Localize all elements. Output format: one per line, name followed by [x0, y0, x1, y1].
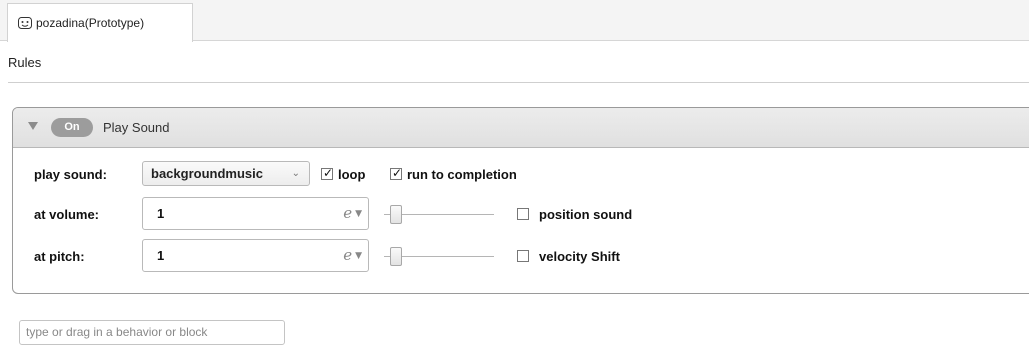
- volume-slider-thumb[interactable]: [390, 205, 402, 224]
- loop-checkbox[interactable]: ✓: [321, 166, 334, 180]
- behavior-title: Play Sound: [103, 120, 170, 135]
- tab-title: pozadina(Prototype): [36, 16, 145, 30]
- add-behavior-input[interactable]: type or drag in a behavior or block: [19, 320, 285, 345]
- pitch-slider-thumb[interactable]: [390, 247, 402, 266]
- behavior-header: On Play Sound: [13, 108, 1029, 148]
- divider: [8, 82, 1029, 83]
- checkmark-icon: ✓: [323, 166, 334, 180]
- run-to-completion-checkbox[interactable]: ✓: [390, 166, 403, 180]
- tab-prototype[interactable]: pozadina(Prototype): [7, 3, 193, 42]
- expression-e-glyph: e: [343, 246, 353, 264]
- triangle-down-icon[interactable]: [28, 122, 38, 130]
- position-sound-label: position sound: [539, 207, 633, 222]
- chevron-down-icon: ⌄: [291, 168, 300, 179]
- rules-heading: Rules: [8, 55, 42, 70]
- sound-value: backgroundmusic: [151, 166, 263, 181]
- chevron-down-icon: ▼: [355, 251, 362, 261]
- expression-menu-button[interactable]: e ▼: [343, 204, 362, 222]
- tab-bar: pozadina(Prototype): [0, 0, 1029, 42]
- volume-field[interactable]: 1 e ▼: [142, 197, 369, 230]
- velocity-shift-label: velocity Shift: [539, 249, 620, 264]
- run-to-completion-label: run to completion: [407, 167, 517, 182]
- pitch-value: 1: [157, 248, 165, 263]
- pitch-field[interactable]: 1 e ▼: [142, 239, 369, 272]
- face-icon: [18, 16, 32, 30]
- volume-label: at volume:: [34, 207, 100, 222]
- expression-e-glyph: e: [343, 204, 353, 222]
- loop-label: loop: [338, 167, 366, 182]
- play-sound-label: play sound:: [34, 167, 107, 182]
- on-toggle[interactable]: On: [51, 118, 93, 137]
- velocity-shift-checkbox[interactable]: [517, 250, 529, 262]
- sound-select[interactable]: backgroundmusic ⌄: [142, 161, 310, 186]
- volume-value: 1: [157, 206, 165, 221]
- checkmark-icon: ✓: [392, 166, 403, 180]
- position-sound-checkbox[interactable]: [517, 208, 529, 220]
- expression-menu-button[interactable]: e ▼: [343, 246, 362, 264]
- chevron-down-icon: ▼: [355, 209, 362, 219]
- play-sound-behavior: On Play Sound play sound: backgroundmusi…: [12, 107, 1029, 294]
- pitch-label: at pitch:: [34, 249, 85, 264]
